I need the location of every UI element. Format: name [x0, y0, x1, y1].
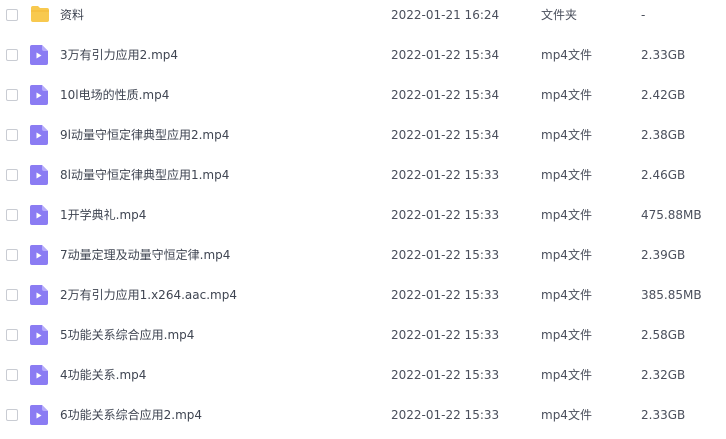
row-checkbox[interactable]: [6, 209, 18, 221]
file-date: 2022-01-22 15:33: [391, 208, 500, 222]
file-size: 385.85MB: [641, 288, 702, 302]
file-name[interactable]: 6功能关系综合应用2.mp4: [60, 407, 202, 423]
file-name[interactable]: 2万有引力应用1.x264.aac.mp4: [60, 287, 237, 303]
file-type: mp4文件: [541, 368, 592, 382]
file-name[interactable]: 8l动量守恒定律典型应用1.mp4: [60, 167, 229, 183]
file-name[interactable]: 3万有引力应用2.mp4: [60, 47, 178, 63]
row-checkbox[interactable]: [6, 369, 18, 381]
video-file-icon: [30, 365, 48, 385]
file-date: 2022-01-22 15:33: [391, 168, 500, 182]
file-name[interactable]: 10l电场的性质.mp4: [60, 87, 169, 103]
file-size: -: [641, 8, 646, 22]
file-date: 2022-01-22 15:34: [391, 88, 500, 102]
file-size: 2.58GB: [641, 328, 686, 342]
video-file-icon: [30, 405, 48, 425]
video-file-icon: [30, 325, 48, 345]
file-name[interactable]: 5功能关系综合应用.mp4: [60, 327, 194, 343]
file-row[interactable]: 9l动量守恒定律典型应用2.mp4 2022-01-22 15:34 mp4文件…: [0, 116, 726, 156]
file-date: 2022-01-21 16:24: [391, 8, 500, 22]
file-size: 2.39GB: [641, 248, 686, 262]
file-type: mp4文件: [541, 128, 592, 142]
file-type: mp4文件: [541, 288, 592, 302]
row-checkbox[interactable]: [6, 289, 18, 301]
file-name[interactable]: 1开学典礼.mp4: [60, 207, 146, 223]
video-file-icon: [30, 125, 48, 145]
file-row[interactable]: 8l动量守恒定律典型应用1.mp4 2022-01-22 15:33 mp4文件…: [0, 156, 726, 196]
video-file-icon: [30, 285, 48, 305]
file-size: 2.42GB: [641, 88, 686, 102]
file-row[interactable]: 5功能关系综合应用.mp4 2022-01-22 15:33 mp4文件 2.5…: [0, 316, 726, 356]
row-checkbox[interactable]: [6, 9, 18, 21]
file-date: 2022-01-22 15:33: [391, 328, 500, 342]
row-checkbox[interactable]: [6, 329, 18, 341]
file-type: mp4文件: [541, 48, 592, 62]
file-row[interactable]: 6功能关系综合应用2.mp4 2022-01-22 15:33 mp4文件 2.…: [0, 396, 726, 436]
file-row[interactable]: 4功能关系.mp4 2022-01-22 15:33 mp4文件 2.32GB: [0, 356, 726, 396]
file-name[interactable]: 资料: [60, 7, 84, 23]
video-file-icon: [30, 245, 48, 265]
file-type: mp4文件: [541, 248, 592, 262]
file-size: 2.33GB: [641, 48, 686, 62]
file-list: 资料 2022-01-21 16:24 文件夹 - 3万有引力应用2.mp4 2…: [0, 0, 726, 439]
file-row[interactable]: 1开学典礼.mp4 2022-01-22 15:33 mp4文件 475.88M…: [0, 196, 726, 236]
file-size: 475.88MB: [641, 208, 702, 222]
video-file-icon: [30, 205, 48, 225]
video-file-icon: [30, 165, 48, 185]
file-row[interactable]: 10l电场的性质.mp4 2022-01-22 15:34 mp4文件 2.42…: [0, 76, 726, 116]
file-type: mp4文件: [541, 408, 592, 422]
file-name[interactable]: 4功能关系.mp4: [60, 367, 146, 383]
file-type: mp4文件: [541, 328, 592, 342]
file-size: 2.32GB: [641, 368, 686, 382]
file-name[interactable]: 9l动量守恒定律典型应用2.mp4: [60, 127, 229, 143]
file-date: 2022-01-22 15:33: [391, 248, 500, 262]
file-name[interactable]: 7动量定理及动量守恒定律.mp4: [60, 247, 230, 263]
video-file-icon: [30, 85, 48, 105]
file-row[interactable]: 2万有引力应用1.x264.aac.mp4 2022-01-22 15:33 m…: [0, 276, 726, 316]
row-checkbox[interactable]: [6, 249, 18, 261]
file-size: 2.46GB: [641, 168, 686, 182]
file-date: 2022-01-22 15:33: [391, 408, 500, 422]
file-row[interactable]: 3万有引力应用2.mp4 2022-01-22 15:34 mp4文件 2.33…: [0, 36, 726, 76]
file-type: 文件夹: [541, 8, 578, 22]
file-type: mp4文件: [541, 208, 592, 222]
file-size: 2.38GB: [641, 128, 686, 142]
file-type: mp4文件: [541, 88, 592, 102]
file-row-folder[interactable]: 资料 2022-01-21 16:24 文件夹 -: [0, 0, 726, 36]
row-checkbox[interactable]: [6, 169, 18, 181]
row-checkbox[interactable]: [6, 409, 18, 421]
file-date: 2022-01-22 15:34: [391, 128, 500, 142]
file-date: 2022-01-22 15:33: [391, 288, 500, 302]
file-date: 2022-01-22 15:34: [391, 48, 500, 62]
file-date: 2022-01-22 15:33: [391, 368, 500, 382]
file-row[interactable]: 7动量定理及动量守恒定律.mp4 2022-01-22 15:33 mp4文件 …: [0, 236, 726, 276]
file-type: mp4文件: [541, 168, 592, 182]
video-file-icon: [30, 45, 48, 65]
row-checkbox[interactable]: [6, 129, 18, 141]
row-checkbox[interactable]: [6, 49, 18, 61]
file-size: 2.33GB: [641, 408, 686, 422]
row-checkbox[interactable]: [6, 89, 18, 101]
folder-icon: [30, 5, 49, 25]
